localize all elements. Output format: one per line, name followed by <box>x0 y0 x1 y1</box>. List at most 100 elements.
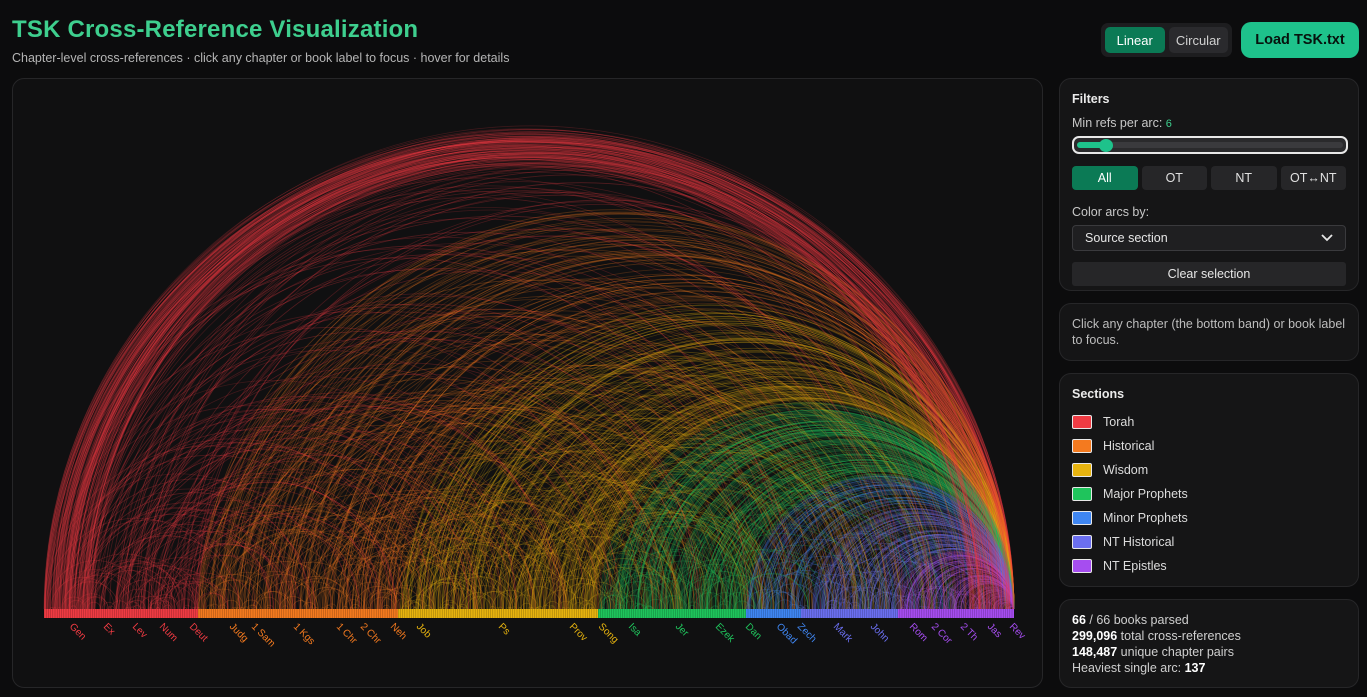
legend-label: Historical <box>1103 438 1155 453</box>
scope-nt-button[interactable]: NT <box>1211 166 1277 190</box>
book-label[interactable]: Rom <box>907 621 930 644</box>
legend-item: NT Epistles <box>1072 557 1346 574</box>
book-label[interactable]: 2 Chr <box>358 621 384 647</box>
book-label[interactable]: Prov <box>567 621 589 643</box>
filters-title: Filters <box>1072 92 1110 106</box>
filters-panel: Filters Min refs per arc: 6 All OT NT OT… <box>1059 78 1359 291</box>
chapter-band-segment[interactable] <box>801 609 898 618</box>
legend-swatch <box>1072 510 1092 525</box>
legend-label: Major Prophets <box>1103 486 1188 501</box>
book-label[interactable]: Judg <box>227 621 250 644</box>
sections-legend: Torah Historical Wisdom Major Prophets Minor… <box>1072 413 1346 574</box>
hint-panel: Click any chapter (the bottom band) or b… <box>1059 303 1359 361</box>
color-by-select[interactable]: Source section <box>1072 225 1346 251</box>
legend-item: Minor Prophets <box>1072 509 1346 526</box>
legend-label: NT Epistles <box>1103 558 1167 573</box>
book-label[interactable]: Mark <box>831 621 855 645</box>
legend-label: Minor Prophets <box>1103 510 1188 525</box>
slider-thumb[interactable] <box>1099 139 1113 152</box>
book-label[interactable]: John <box>868 621 891 644</box>
book-label[interactable]: Ezek <box>713 621 737 645</box>
min-refs-slider[interactable] <box>1072 136 1348 154</box>
legend-item: Historical <box>1072 437 1346 454</box>
scope-all-button[interactable]: All <box>1072 166 1138 190</box>
page-title: TSK Cross-Reference Visualization <box>12 16 419 43</box>
book-label[interactable]: 1 Chr <box>334 621 360 647</box>
book-label[interactable]: Zech <box>795 621 819 645</box>
total-refs-label: total cross-references <box>1120 629 1241 643</box>
book-label[interactable]: Isa <box>626 621 644 639</box>
book-label[interactable]: Rev <box>1007 621 1027 641</box>
sections-title: Sections <box>1072 387 1125 401</box>
book-label[interactable]: Jas <box>985 621 1004 640</box>
chapter-band[interactable] <box>43 609 1014 618</box>
book-label[interactable]: Lev <box>130 621 149 640</box>
slider-track <box>1077 142 1343 148</box>
legend-item: Major Prophets <box>1072 485 1346 502</box>
book-label[interactable]: Dan <box>743 621 764 642</box>
total-refs-count: 299,096 <box>1072 629 1118 643</box>
scope-ot-button[interactable]: OT <box>1141 166 1207 190</box>
book-label[interactable]: Ex <box>101 621 117 637</box>
stats-panel: 66 / 66 books parsed 299,096 total cross… <box>1059 599 1359 688</box>
books-parsed-label: / 66 books parsed <box>1089 613 1189 627</box>
legend-item: Torah <box>1072 413 1346 430</box>
total-refs-stat: 299,096 total cross-references <box>1072 628 1346 644</box>
heaviest-value: 137 <box>1184 661 1206 675</box>
book-label[interactable]: Num <box>157 621 180 644</box>
book-label[interactable]: 1 Sam <box>249 621 277 649</box>
legend-swatch <box>1072 438 1092 453</box>
legend-item: Wisdom <box>1072 461 1346 478</box>
book-label[interactable]: Jer <box>673 621 691 639</box>
legend-swatch <box>1072 462 1092 477</box>
min-refs-text: Min refs per arc: <box>1072 116 1163 130</box>
chapter-band-segment[interactable] <box>198 609 398 618</box>
legend-swatch <box>1072 486 1092 501</box>
linear-mode-button[interactable]: Linear <box>1105 27 1165 53</box>
legend-swatch <box>1072 414 1092 429</box>
heaviest-label: Heaviest single arc: <box>1072 661 1182 675</box>
page-subtitle: Chapter-level cross-references · click a… <box>12 51 510 65</box>
layout-mode-toggle: Linear Circular <box>1101 23 1232 57</box>
book-label[interactable]: 1 Kgs <box>291 621 317 647</box>
book-label[interactable]: Song <box>596 621 620 645</box>
arc-diagram[interactable]: Gen Ex Lev Num Deut Judg1 Sam 1 Kgs 1 Chr2 Chr N… <box>13 79 1043 688</box>
arc-diagram-canvas[interactable]: Gen Ex Lev Num Deut Judg 1 Sam 1 Kgs 1 Chr 2 Chr N… <box>12 78 1043 688</box>
pairs-count: 148,487 <box>1072 645 1118 659</box>
color-by-value: Source section <box>1085 231 1168 245</box>
heaviest-arc-stat: Heaviest single arc: 137 <box>1072 660 1346 676</box>
book-label[interactable]: Obad <box>774 621 799 646</box>
book-label[interactable]: Deut <box>187 621 210 644</box>
load-file-button[interactable]: Load TSK.txt <box>1241 22 1359 58</box>
reference-arc <box>249 607 254 610</box>
chapter-band-segment[interactable] <box>398 609 598 618</box>
sections-legend-panel: Sections Torah Historical Wisdom Major Prop… <box>1059 373 1359 587</box>
hint-text: Click any chapter (the bottom band) or b… <box>1072 317 1346 347</box>
books-parsed-stat: 66 / 66 books parsed <box>1072 612 1346 628</box>
scope-ot-nt-button[interactable]: OT↔NT <box>1280 166 1346 190</box>
legend-swatch <box>1072 534 1092 549</box>
legend-label: Torah <box>1103 414 1135 429</box>
book-labels: Gen Ex Lev Num Deut Judg1 Sam 1 Kgs 1 Chr2 Chr N… <box>67 621 1027 649</box>
legend-swatch <box>1072 558 1092 573</box>
legend-label: NT Historical <box>1103 534 1175 549</box>
book-label[interactable]: 2 Th <box>958 621 980 643</box>
legend-item: NT Historical <box>1072 533 1346 550</box>
book-label[interactable]: Gen <box>67 621 88 642</box>
book-label[interactable]: 2 Cor <box>929 621 955 647</box>
chapter-band-segment[interactable] <box>746 609 801 618</box>
book-label[interactable]: Ps <box>496 621 512 637</box>
pairs-stat: 148,487 unique chapter pairs <box>1072 644 1346 660</box>
min-refs-label: Min refs per arc: 6 <box>1072 116 1346 130</box>
books-parsed-count: 66 <box>1072 613 1086 627</box>
pairs-label: unique chapter pairs <box>1120 645 1234 659</box>
chevron-down-icon <box>1321 234 1333 242</box>
legend-label: Wisdom <box>1103 462 1149 477</box>
circular-mode-button[interactable]: Circular <box>1168 27 1228 53</box>
book-label[interactable]: Job <box>414 621 433 640</box>
scope-filter-group: All OT NT OT↔NT <box>1072 166 1346 190</box>
clear-selection-button[interactable]: Clear selection <box>1072 262 1346 286</box>
arc-layer <box>43 125 1015 610</box>
book-label[interactable]: Neh <box>388 621 409 642</box>
color-by-label: Color arcs by: <box>1072 205 1150 219</box>
